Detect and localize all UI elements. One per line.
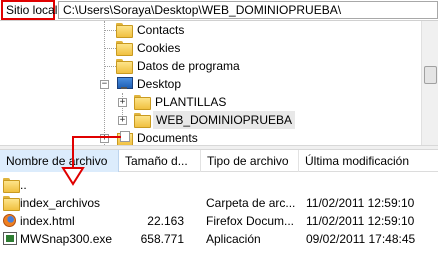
folder-icon xyxy=(116,41,133,56)
file-name: .. xyxy=(20,178,27,192)
file-list[interactable]: .. index_archivos Carpeta de arc... 11/0… xyxy=(0,172,438,261)
collapse-desktop-expander[interactable]: − xyxy=(100,80,109,89)
file-modified: 11/02/2011 12:59:10 xyxy=(306,196,415,210)
tree-scrollbar-thumb[interactable] xyxy=(424,66,437,84)
tree-item-label: Datos de programa xyxy=(137,59,240,73)
expand-documents-expander[interactable]: + xyxy=(100,134,109,143)
tree-item-label: WEB_DOMINIOPRUEBA xyxy=(153,111,296,129)
file-name: MWSnap300.exe xyxy=(20,232,113,246)
tree-item-label: Contacts xyxy=(137,23,185,37)
file-type: Aplicación xyxy=(206,232,261,246)
file-row-mwsnap300-exe[interactable]: MWSnap300.exe 658.771 Aplicación 09/02/2… xyxy=(0,230,438,248)
tree-item-label: Cookies xyxy=(137,41,181,55)
local-site-bar: Sitio local: C:\Users\Soraya\Desktop\WEB… xyxy=(0,0,438,21)
file-name: index_archivos xyxy=(20,196,101,210)
file-row-parent[interactable]: .. xyxy=(0,176,438,194)
tree-item-label: Documents xyxy=(137,131,198,145)
file-modified: 11/02/2011 12:59:10 xyxy=(306,214,415,228)
file-list-header: Nombre de archivo Tamaño d... Tipo de ar… xyxy=(0,150,438,172)
folder-icon xyxy=(134,95,151,110)
folder-icon xyxy=(3,196,20,211)
firefox-icon xyxy=(3,214,16,227)
file-type: Firefox Docum... xyxy=(206,214,295,228)
file-modified: 09/02/2011 17:48:45 xyxy=(306,232,416,246)
folder-icon xyxy=(3,178,20,193)
folder-icon xyxy=(116,59,133,74)
file-type: Carpeta de arc... xyxy=(206,196,296,210)
file-row-index-archivos[interactable]: index_archivos Carpeta de arc... 11/02/2… xyxy=(0,194,438,212)
local-site-path-input[interactable]: C:\Users\Soraya\Desktop\WEB_DOMINIOPRUEB… xyxy=(58,1,438,19)
expand-web-dominioprueba-expander[interactable]: + xyxy=(118,116,127,125)
tree-vertical-scrollbar[interactable] xyxy=(421,21,438,145)
file-size: 658.771 xyxy=(140,232,184,246)
documents-folder-icon xyxy=(116,131,133,145)
tree-guide-line xyxy=(104,66,116,67)
exe-icon xyxy=(3,232,17,245)
file-size xyxy=(122,194,184,212)
tree-item-label: Desktop xyxy=(137,77,182,91)
tree-item-label: PLANTILLAS xyxy=(155,95,227,109)
tree-guide-line xyxy=(104,30,116,31)
file-name: index.html xyxy=(20,214,75,228)
column-header-size[interactable]: Tamaño d... xyxy=(119,150,201,172)
column-header-type[interactable]: Tipo de archivo xyxy=(201,150,299,172)
local-site-label: Sitio local: xyxy=(1,0,61,20)
column-header-filename[interactable]: Nombre de archivo xyxy=(0,150,119,172)
tree-guide-line xyxy=(104,48,116,49)
folder-icon xyxy=(116,23,133,38)
local-folder-tree[interactable]: Contacts Cookies Datos de programa − Des… xyxy=(0,21,438,145)
file-row-index-html[interactable]: index.html 22.163 Firefox Docum... 11/02… xyxy=(0,212,438,230)
desktop-icon xyxy=(116,77,133,90)
expand-plantillas-expander[interactable]: + xyxy=(118,98,127,107)
folder-icon xyxy=(134,113,151,128)
column-header-modified[interactable]: Última modificación xyxy=(299,150,438,172)
file-size: 22.163 xyxy=(147,214,184,228)
